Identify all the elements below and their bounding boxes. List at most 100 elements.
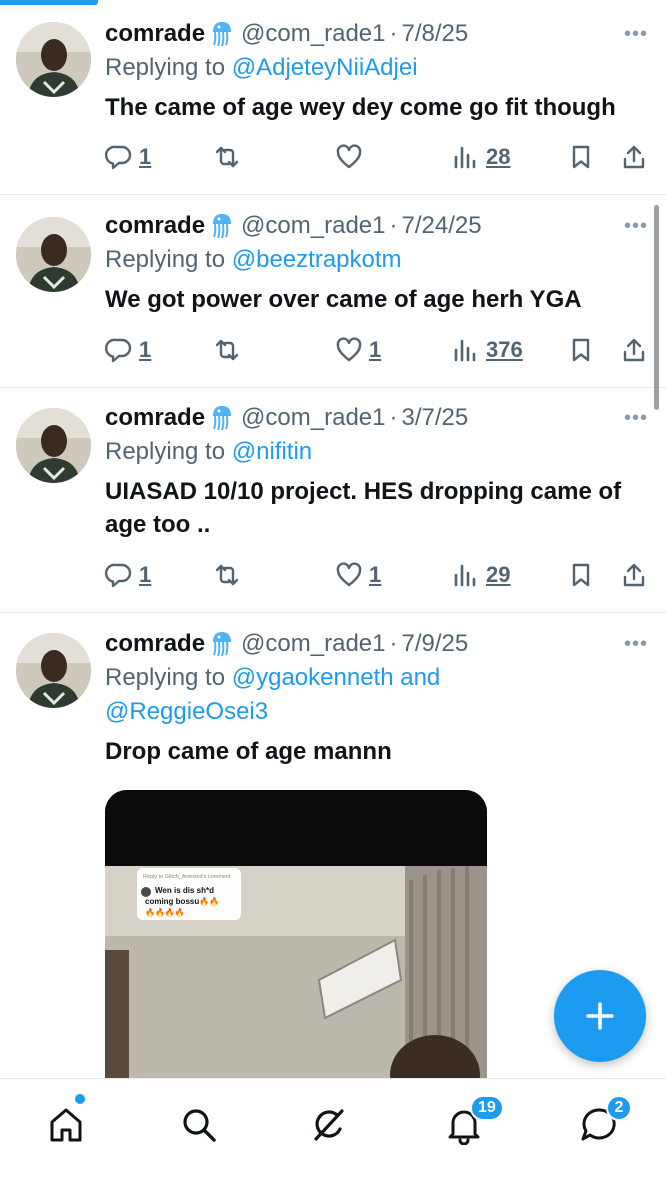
video-caption-line1: Wen is dis sh*d bbox=[155, 886, 214, 895]
replying-to-mention-2[interactable]: @ReggieOsei3 bbox=[105, 698, 268, 725]
home-unread-dot bbox=[75, 1094, 85, 1104]
share-icon bbox=[623, 563, 645, 587]
reply-button[interactable]: 1 bbox=[105, 336, 151, 364]
share-button[interactable] bbox=[620, 336, 648, 364]
video-caption-header: Reply to Glitch_Arrested's comment bbox=[143, 874, 231, 880]
replying-to-prefix: Replying to bbox=[105, 438, 226, 465]
reply-feed[interactable]: comrade @com_rade1 · 7/8/25 ••• Replying… bbox=[0, 0, 666, 1078]
like-icon bbox=[336, 144, 362, 169]
views-icon bbox=[454, 339, 476, 362]
bookmark-button[interactable] bbox=[567, 143, 595, 171]
tweet-text: Drop came of age mannn bbox=[105, 738, 392, 765]
search-icon bbox=[183, 1109, 216, 1142]
views-button[interactable]: 376 bbox=[452, 336, 523, 364]
tab-grok[interactable] bbox=[304, 1101, 352, 1149]
timestamp[interactable]: 7/8/25 bbox=[401, 20, 468, 48]
author-name[interactable]: comrade bbox=[105, 630, 205, 658]
like-button[interactable]: 1 bbox=[335, 561, 381, 589]
tweet-actions: 1 1 29 bbox=[105, 558, 648, 592]
like-button[interactable] bbox=[335, 143, 369, 171]
timestamp[interactable]: 3/7/25 bbox=[401, 404, 468, 432]
separator: · bbox=[389, 20, 398, 47]
more-options-icon[interactable]: ••• bbox=[624, 215, 648, 238]
reply-count: 1 bbox=[139, 562, 152, 587]
author-name[interactable]: comrade bbox=[105, 404, 205, 432]
author-handle[interactable]: @com_rade1 bbox=[241, 630, 385, 658]
tweet[interactable]: comrade @com_rade1 · 3/7/25 ••• Replying… bbox=[0, 388, 666, 613]
jellyfish-emoji-icon bbox=[211, 21, 233, 47]
replying-to-mention[interactable]: @nifitin bbox=[232, 438, 312, 465]
more-options-icon[interactable]: ••• bbox=[624, 23, 648, 46]
tab-search[interactable] bbox=[175, 1101, 223, 1149]
views-button[interactable]: 28 bbox=[452, 143, 510, 171]
views-button[interactable]: 29 bbox=[452, 561, 510, 589]
reply-icon bbox=[105, 145, 132, 170]
author-name[interactable]: comrade bbox=[105, 20, 205, 48]
like-count: 1 bbox=[369, 562, 382, 587]
share-icon bbox=[623, 338, 645, 362]
replying-to-mention[interactable]: @beeztrapkotm bbox=[232, 246, 402, 273]
reply-button[interactable]: 1 bbox=[105, 561, 151, 589]
retweet-button[interactable] bbox=[213, 336, 241, 364]
views-count: 376 bbox=[486, 337, 523, 362]
video-frame: Reply to Glitch_Arrested's comment Wen i… bbox=[105, 790, 487, 1078]
reply-icon bbox=[105, 563, 132, 588]
avatar-image bbox=[16, 217, 91, 292]
scrollbar[interactable] bbox=[654, 205, 659, 410]
author-name[interactable]: comrade bbox=[105, 212, 205, 240]
separator: · bbox=[389, 630, 398, 657]
reply-button[interactable]: 1 bbox=[105, 143, 151, 171]
share-icon bbox=[623, 145, 645, 169]
more-options-icon[interactable]: ••• bbox=[624, 633, 648, 656]
avatar[interactable] bbox=[16, 217, 91, 292]
avatar[interactable] bbox=[16, 633, 91, 708]
avatar[interactable] bbox=[16, 22, 91, 97]
jellyfish-emoji-icon bbox=[211, 213, 233, 239]
author-handle[interactable]: @com_rade1 bbox=[241, 212, 385, 240]
messages-badge: 2 bbox=[606, 1095, 632, 1121]
home-icon bbox=[50, 1108, 82, 1142]
replying-to-mention[interactable]: @ygaokenneth and bbox=[232, 664, 441, 691]
views-count: 28 bbox=[486, 144, 511, 169]
replying-to-prefix: Replying to bbox=[105, 246, 226, 273]
share-button[interactable] bbox=[620, 561, 648, 589]
retweet-icon bbox=[215, 564, 239, 586]
bookmark-icon bbox=[572, 338, 590, 362]
replying-to-prefix: Replying to bbox=[105, 54, 226, 81]
bookmark-button[interactable] bbox=[567, 336, 595, 364]
tweet-actions: 1 1 376 bbox=[105, 333, 648, 367]
like-icon bbox=[336, 562, 362, 587]
bookmark-icon bbox=[572, 145, 590, 169]
replying-to-line: Replying to @AdjeteyNiiAdjei bbox=[105, 51, 648, 85]
tweet[interactable]: comrade @com_rade1 · 7/8/25 ••• Replying… bbox=[0, 0, 666, 195]
retweet-icon bbox=[215, 339, 239, 361]
more-options-icon[interactable]: ••• bbox=[624, 407, 648, 430]
share-button[interactable] bbox=[620, 143, 648, 171]
video-thumbnail[interactable]: Reply to Glitch_Arrested's comment Wen i… bbox=[105, 790, 487, 1078]
tweet[interactable]: comrade @com_rade1 · 7/24/25 ••• Replyin… bbox=[0, 195, 666, 388]
bookmark-icon bbox=[572, 563, 590, 587]
author-handle[interactable]: @com_rade1 bbox=[241, 404, 385, 432]
like-button[interactable]: 1 bbox=[335, 336, 381, 364]
compose-plus-icon bbox=[586, 1002, 614, 1030]
author-handle[interactable]: @com_rade1 bbox=[241, 20, 385, 48]
tweet-text: The came of age wey dey come go fit thou… bbox=[105, 94, 616, 121]
timestamp[interactable]: 7/24/25 bbox=[401, 212, 481, 240]
replying-to-mention[interactable]: @AdjeteyNiiAdjei bbox=[232, 54, 418, 81]
separator: · bbox=[389, 212, 398, 239]
retweet-icon bbox=[215, 146, 239, 168]
tab-home[interactable] bbox=[42, 1101, 90, 1149]
timestamp[interactable]: 7/9/25 bbox=[401, 630, 468, 658]
compose-button[interactable] bbox=[554, 970, 646, 1062]
jellyfish-emoji-icon bbox=[211, 631, 233, 657]
separator: · bbox=[389, 404, 398, 431]
avatar-image bbox=[16, 22, 91, 97]
retweet-button[interactable] bbox=[213, 143, 241, 171]
like-icon bbox=[336, 337, 362, 362]
retweet-button[interactable] bbox=[213, 561, 241, 589]
reply-count: 1 bbox=[139, 337, 152, 362]
grok-icon bbox=[314, 1109, 344, 1141]
avatar[interactable] bbox=[16, 408, 91, 483]
reply-count: 1 bbox=[139, 144, 152, 169]
bookmark-button[interactable] bbox=[567, 561, 595, 589]
